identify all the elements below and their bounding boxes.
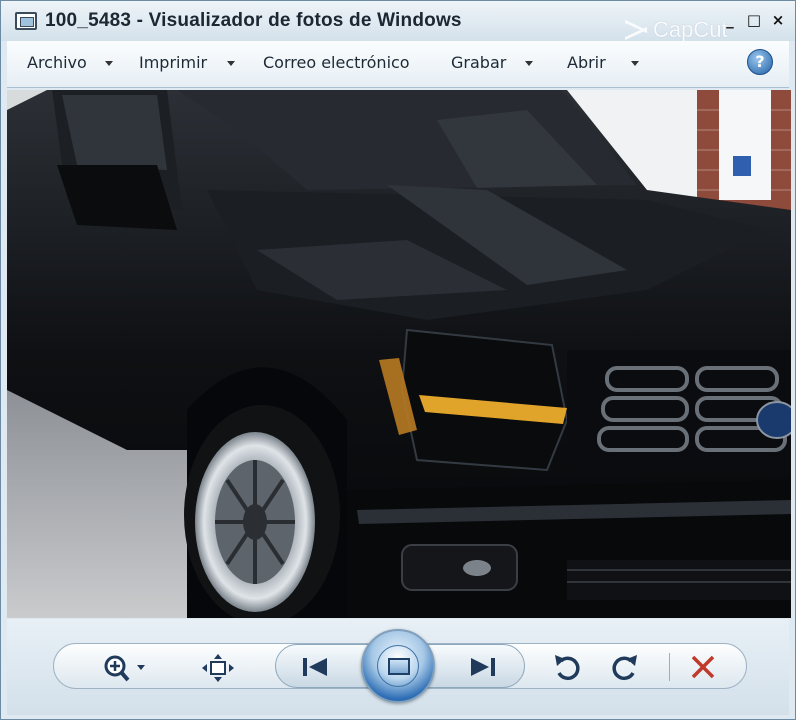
- fit-window-icon: [202, 654, 234, 682]
- magnifier-plus-icon: [104, 655, 145, 682]
- capcut-logo-icon: [625, 20, 647, 40]
- truck-photo: [7, 90, 791, 618]
- watermark-text: CapCut: [653, 17, 728, 42]
- slideshow-icon: [377, 645, 419, 687]
- next-button[interactable]: [465, 653, 501, 681]
- toolbar-separator: [669, 653, 670, 681]
- monitor-icon: [388, 658, 410, 675]
- delete-x-icon: [691, 655, 715, 679]
- watermark: CapCut: [625, 17, 728, 43]
- chevron-down-icon[interactable]: [525, 61, 533, 66]
- rotate-right-button[interactable]: [609, 651, 641, 683]
- zoom-button[interactable]: [99, 653, 151, 683]
- rotate-counterclockwise-icon: [555, 655, 580, 681]
- close-button[interactable]: ×: [767, 9, 789, 31]
- photo-viewer-window: 100_5483 - Visualizador de fotos de Wind…: [0, 0, 796, 720]
- menu-archivo[interactable]: Archivo: [27, 53, 87, 72]
- delete-button[interactable]: [687, 653, 719, 681]
- title-bar[interactable]: 100_5483 - Visualizador de fotos de Wind…: [1, 1, 795, 43]
- photo-display[interactable]: [7, 90, 791, 618]
- maximize-button[interactable]: □: [743, 9, 765, 31]
- previous-button[interactable]: [297, 653, 333, 681]
- skip-previous-icon: [303, 658, 327, 676]
- rotate-clockwise-icon: [612, 655, 637, 681]
- menu-bar: Archivo Imprimir Correo electrónico Grab…: [7, 41, 789, 88]
- minimize-button[interactable]: _: [719, 9, 741, 31]
- fit-window-button[interactable]: [201, 653, 235, 683]
- chevron-down-icon[interactable]: [631, 61, 639, 66]
- bottom-toolbar: [7, 619, 789, 715]
- menu-grabar[interactable]: Grabar: [451, 53, 506, 72]
- slideshow-button[interactable]: [361, 629, 435, 703]
- chevron-down-icon[interactable]: [105, 61, 113, 66]
- menu-abrir[interactable]: Abrir: [567, 53, 606, 72]
- help-icon[interactable]: ?: [747, 49, 773, 75]
- app-icon: [15, 12, 37, 30]
- chevron-down-icon[interactable]: [227, 61, 235, 66]
- skip-next-icon: [471, 658, 495, 676]
- window-controls: _ □ ×: [719, 9, 789, 31]
- menu-imprimir[interactable]: Imprimir: [139, 53, 207, 72]
- window-title: 100_5483 - Visualizador de fotos de Wind…: [45, 10, 462, 31]
- menu-correo[interactable]: Correo electrónico: [263, 53, 410, 72]
- rotate-left-button[interactable]: [551, 651, 583, 683]
